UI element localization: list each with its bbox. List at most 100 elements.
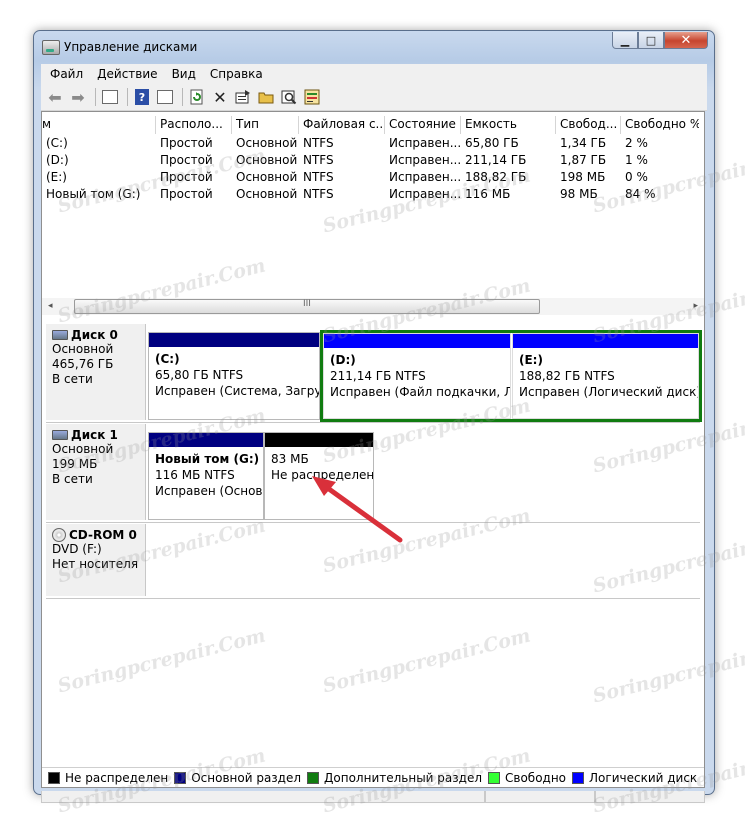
back-arrow-icon[interactable]: ⬅ bbox=[45, 87, 65, 107]
scroll-right-icon[interactable]: ▸ bbox=[693, 301, 698, 311]
properties-icon[interactable] bbox=[233, 87, 253, 107]
cell-free-percent: 0 % bbox=[625, 170, 648, 184]
disk-1-label[interactable]: Диск 1 Основной 199 МБ В сети bbox=[46, 424, 146, 520]
delete-icon[interactable]: ✕ bbox=[210, 87, 230, 107]
cell-layout: Простой bbox=[160, 153, 213, 167]
scrollbar-thumb[interactable]: III bbox=[74, 299, 540, 314]
disk-separator bbox=[46, 422, 700, 423]
table-row[interactable]: Новый том (G:) Простой Основной NTFS Исп… bbox=[42, 186, 699, 203]
cdrom-0-state: Нет носителя bbox=[52, 557, 139, 571]
table-row[interactable]: (D:) Простой Основной NTFS Исправен... 2… bbox=[42, 152, 699, 169]
cell-free-space: 198 МБ bbox=[560, 170, 606, 184]
menu-view[interactable]: Вид bbox=[165, 67, 203, 81]
scroll-left-icon[interactable]: ◂ bbox=[48, 301, 53, 311]
toolbar-separator bbox=[95, 88, 96, 106]
cell-status: Исправен... bbox=[389, 187, 461, 201]
open-icon[interactable] bbox=[256, 87, 276, 107]
menu-help[interactable]: Справка bbox=[203, 67, 270, 81]
legend-swatch bbox=[174, 771, 187, 784]
disk-0-row: Диск 0 Основной 465,76 ГБ В сети (C:) 65… bbox=[42, 324, 704, 422]
partition-title: (E:) bbox=[519, 353, 543, 367]
partition-body: (E:) 188,82 ГБ NTFS Исправен (Логический… bbox=[513, 348, 698, 400]
cell-type: Основной bbox=[236, 187, 298, 201]
content-area: м Располо... Тип Файловая с... Состояние… bbox=[41, 111, 705, 788]
cdrom-0-type: DVD (F:) bbox=[52, 542, 102, 556]
hard-disk-icon bbox=[52, 430, 68, 440]
partition-g[interactable]: Новый том (G:) 116 МБ NTFS Исправен (Осн… bbox=[148, 432, 264, 520]
partition-bar-primary bbox=[149, 333, 319, 347]
cell-filesystem: NTFS bbox=[303, 170, 334, 184]
cell-capacity: 65,80 ГБ bbox=[465, 136, 519, 150]
red-arrow-annotation bbox=[312, 476, 403, 543]
cdrom-0-label[interactable]: CD-ROM 0 DVD (F:) Нет носителя bbox=[46, 524, 146, 596]
legend-label: Логический диск bbox=[589, 770, 698, 785]
legend-logical: Логический диск bbox=[572, 771, 697, 785]
column-volume[interactable]: м bbox=[42, 116, 156, 134]
legend-label: Свободно bbox=[505, 770, 567, 785]
partition-bar-primary bbox=[149, 433, 263, 447]
partition-body: (C:) 65,80 ГБ NTFS Исправен (Система, За… bbox=[149, 347, 319, 399]
show-hide-console-tree-icon[interactable] bbox=[100, 87, 120, 107]
partition-c[interactable]: (C:) 65,80 ГБ NTFS Исправен (Система, За… bbox=[148, 332, 320, 420]
table-row[interactable]: (C:) Простой Основной NTFS Исправен... 6… bbox=[42, 135, 699, 152]
disk-0-label[interactable]: Диск 0 Основной 465,76 ГБ В сети bbox=[46, 324, 146, 420]
table-row[interactable]: (E:) Простой Основной NTFS Исправен... 1… bbox=[42, 169, 699, 186]
partition-d[interactable]: (D:) 211,14 ГБ NTFS Исправен (Файл подка… bbox=[323, 333, 511, 419]
refresh-icon[interactable] bbox=[187, 87, 207, 107]
menu-action[interactable]: Действие bbox=[90, 67, 164, 81]
disk-0-state: В сети bbox=[52, 372, 93, 386]
cell-free-percent: 84 % bbox=[625, 187, 656, 201]
title-bar[interactable]: Управление дисками ▁ □ ✕ bbox=[34, 31, 714, 63]
list-header: м Располо... Тип Файловая с... Состояние… bbox=[42, 116, 704, 134]
scrollbar-grip: III bbox=[303, 299, 311, 309]
partition-size: 65,80 ГБ NTFS bbox=[155, 368, 244, 382]
partition-e[interactable]: (E:) 188,82 ГБ NTFS Исправен (Логический… bbox=[512, 333, 699, 419]
minimize-button[interactable]: ▁ bbox=[612, 32, 638, 49]
column-status[interactable]: Состояние bbox=[385, 116, 461, 134]
cdrom-0-name-line: CD-ROM 0 bbox=[52, 528, 145, 542]
column-free-percent[interactable]: Свободно % bbox=[621, 116, 699, 134]
partition-size: 116 МБ NTFS bbox=[155, 468, 235, 482]
help-icon[interactable]: ? bbox=[132, 87, 152, 107]
rescan-icon[interactable] bbox=[279, 87, 299, 107]
status-segment bbox=[485, 791, 595, 803]
legend-swatch bbox=[307, 771, 320, 784]
partition-title: Новый том (G:) bbox=[155, 452, 260, 466]
partition-status: Исправен (Основн bbox=[155, 484, 263, 498]
disk-1-name-line: Диск 1 bbox=[52, 428, 145, 442]
partition-body: Новый том (G:) 116 МБ NTFS Исправен (Осн… bbox=[149, 447, 263, 499]
cdrom-0-name: CD-ROM 0 bbox=[69, 528, 137, 542]
partition-status: Исправен (Логический диск) bbox=[519, 385, 698, 399]
cell-volume: (D:) bbox=[46, 153, 69, 167]
column-filesystem[interactable]: Файловая с... bbox=[299, 116, 385, 134]
close-button[interactable]: ✕ bbox=[664, 32, 708, 49]
horizontal-scrollbar[interactable]: ◂ III ▸ bbox=[42, 298, 704, 315]
menu-file[interactable]: Файл bbox=[43, 67, 90, 81]
disk-1-name: Диск 1 bbox=[71, 428, 118, 442]
cell-free-percent: 2 % bbox=[625, 136, 648, 150]
column-layout[interactable]: Располо... bbox=[156, 116, 232, 134]
partition-size: 211,14 ГБ NTFS bbox=[330, 369, 426, 383]
column-capacity[interactable]: Емкость bbox=[461, 116, 556, 134]
partition-status: Исправен (Файл подкачки, Лог bbox=[330, 385, 510, 399]
disk-1-size: 199 МБ bbox=[52, 457, 98, 471]
toolbar-separator bbox=[182, 88, 183, 106]
maximize-button[interactable]: □ bbox=[638, 32, 664, 49]
legend-unallocated: Не распределен bbox=[48, 771, 168, 785]
cell-filesystem: NTFS bbox=[303, 187, 334, 201]
column-type[interactable]: Тип bbox=[232, 116, 299, 134]
disk-0-size: 465,76 ГБ bbox=[52, 357, 114, 371]
cell-layout: Простой bbox=[160, 170, 213, 184]
export-icon[interactable] bbox=[302, 87, 322, 107]
partition-bar-unallocated bbox=[265, 433, 373, 447]
cell-volume: Новый том (G:) bbox=[46, 187, 141, 201]
action-pane-icon[interactable] bbox=[155, 87, 175, 107]
status-segment bbox=[595, 791, 705, 803]
disk-0-name: Диск 0 bbox=[71, 328, 118, 342]
forward-arrow-icon[interactable]: ➡ bbox=[68, 87, 88, 107]
extended-partition[interactable]: (D:) 211,14 ГБ NTFS Исправен (Файл подка… bbox=[320, 330, 702, 422]
window-title: Управление дисками bbox=[64, 40, 198, 54]
column-free-space[interactable]: Свобод... bbox=[556, 116, 621, 134]
partition-title: (D:) bbox=[330, 353, 356, 367]
cell-free-space: 1,87 ГБ bbox=[560, 153, 607, 167]
